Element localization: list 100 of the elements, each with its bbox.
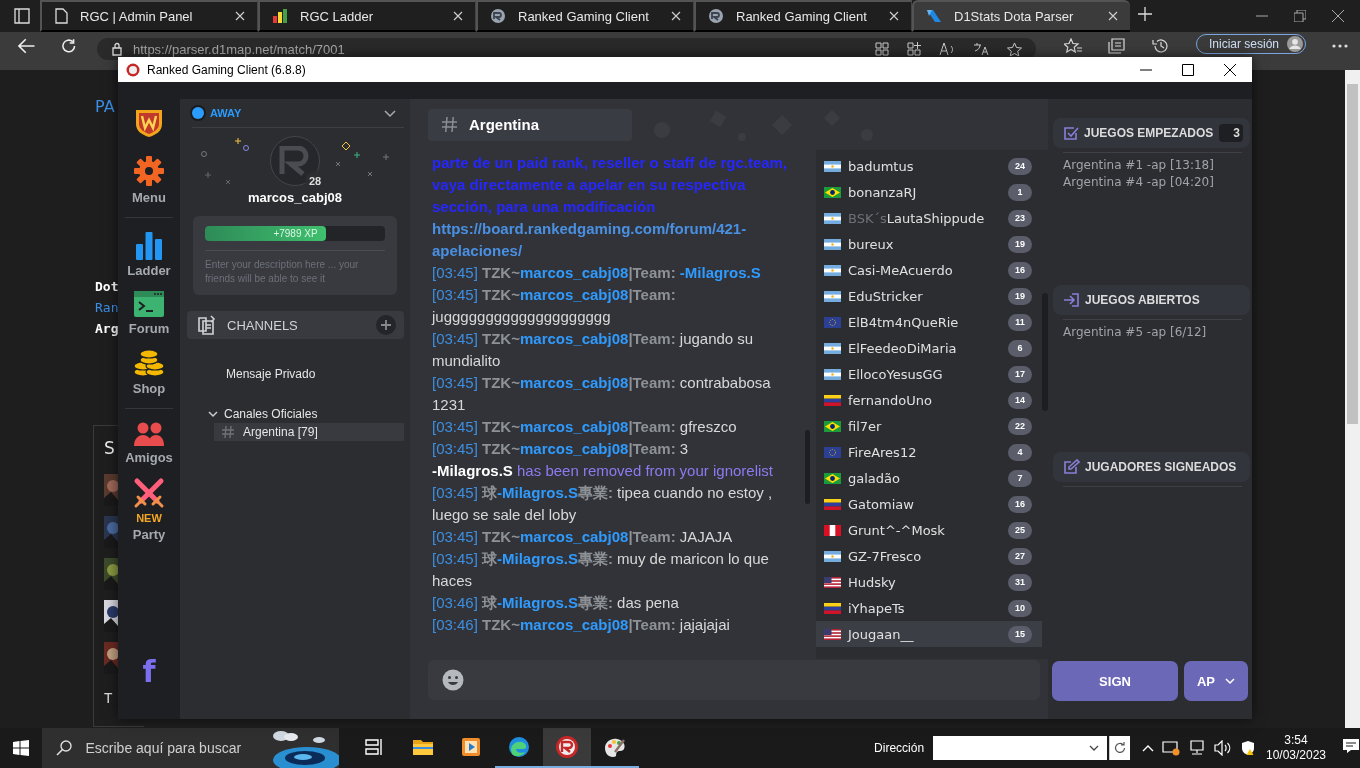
page-link[interactable]: Ran [95,297,119,318]
clock-time[interactable]: 3:54 [1265,733,1326,748]
back-icon[interactable] [18,38,36,54]
new-tab-icon[interactable] [1138,7,1152,21]
chevron-down-icon[interactable] [384,110,396,118]
nav-item[interactable]: Shop [132,348,166,396]
refresh-icon[interactable] [61,38,77,54]
restore-icon[interactable] [1294,10,1306,22]
browser-tab[interactable]: Ranked Gaming Client [694,0,912,32]
checkbox-icon [1063,125,1079,141]
user-row[interactable]: ElB4tm4nQueRie 11 [815,309,1042,335]
maximize-icon[interactable] [1182,63,1194,76]
facebook-link[interactable]: f [142,654,156,689]
browser-tab[interactable]: RGC Ladder [258,0,476,32]
history-icon[interactable] [1151,38,1170,54]
notification-icon[interactable] [1342,738,1360,754]
collections-icon[interactable] [1107,38,1126,54]
user-name: GZ-7Fresco [847,548,922,564]
flag-icon [823,524,841,536]
network-icon[interactable] [1187,740,1206,756]
channel-item[interactable]: Argentina [79] [214,423,404,441]
logo-icon [926,9,942,23]
favorites-icon[interactable] [1063,38,1082,54]
game-item[interactable]: Argentina #4 -ap [04:20] [1053,174,1250,191]
nav-item[interactable]: Menu [132,155,166,205]
user-row[interactable]: Casi-MeAcuerdo 16 [815,257,1042,283]
user-row[interactable]: galadão 7 [815,465,1042,491]
user-row[interactable]: fil7er 22 [815,413,1042,439]
monitor-alert-icon[interactable] [1161,740,1180,756]
user-row[interactable]: GZ-7Fresco 27 [815,543,1042,569]
apps-icon[interactable] [906,42,921,56]
page-heading: PA [95,97,115,116]
scrollbar[interactable] [1345,70,1360,728]
channel-title: Argentina [428,108,632,141]
user-row[interactable]: Gatomiaw 16 [815,491,1042,517]
user-name: fernandoUno [847,392,932,408]
read-aloud-icon[interactable] [938,42,955,56]
user-row[interactable]: badumtus 24 [815,153,1042,179]
emoji-icon[interactable] [442,669,464,692]
level-badge: 31 [1008,573,1032,591]
chat-message: [03:45] TZK~marcos_cabj08|Team: 3 [432,439,690,459]
taskbar-app[interactable] [543,728,592,768]
address-field[interactable]: https://parser.d1map.net/match/7001 [96,38,1036,60]
xp-bar: +7989 XP [205,226,326,241]
browser-tab[interactable]: Ranked Gaming Client [476,0,694,32]
user-row[interactable]: fernandoUno 14 [815,387,1042,413]
more-icon[interactable] [1332,44,1348,48]
chat-message: [03:45] TZK~marcos_cabj08|Team: gfreszco [432,417,738,437]
add-channel-button[interactable] [376,315,396,335]
flag-icon [823,420,841,432]
terminal-icon [133,290,165,318]
translate-icon[interactable] [972,42,989,56]
user-row[interactable]: bureux 19 [815,231,1042,257]
user-name: FireAres12 [847,444,917,460]
game-item[interactable]: Argentina #1 -ap [13:18] [1053,157,1250,174]
user-row[interactable]: EduStricker 19 [815,283,1042,309]
close-icon[interactable] [1224,63,1236,76]
search-field[interactable]: Escribe aquí para buscar [41,728,340,768]
forum-link[interactable]: https://board.rankedgaming.com/forum/421-apelaciones/ [432,218,795,262]
refresh-button[interactable] [1109,736,1130,760]
clock-date[interactable]: 10/03/2023 [1265,748,1326,763]
browser-tab[interactable]: D1Stats Dota Parser [912,0,1130,32]
nav-item[interactable]: NEW Party [132,477,166,542]
flag-icon [823,472,841,484]
nav-item[interactable]: Ladder [127,230,171,278]
nav-item[interactable]: Forum [128,290,170,336]
address-input[interactable] [933,736,1108,760]
user-row[interactable]: Jougaan__ 15 [815,621,1042,647]
flag-icon [823,550,841,562]
flag-icon [823,290,841,302]
user-row[interactable]: Grunt^-^Mosk 25 [815,517,1042,543]
game-item[interactable]: Argentina #5 -ap [6/12] [1053,324,1250,341]
browser-tab[interactable]: RGC | Admin Panel [40,0,258,32]
user-row[interactable]: Hudsky 31 [815,569,1042,595]
tree-item[interactable]: Mensaje Privado [226,365,410,383]
chevron-up-icon[interactable] [1141,744,1154,752]
tab-actions-icon[interactable] [14,8,30,24]
grid-icon[interactable] [874,42,889,56]
sign-button[interactable]: SIGN [1052,661,1178,701]
user-row[interactable]: bonanzaRJ 1 [815,179,1042,205]
folder-icon [412,738,435,756]
close-icon[interactable] [1332,10,1344,22]
message-input[interactable] [428,660,1040,701]
star-icon[interactable] [1006,42,1022,56]
nav-item[interactable]: Amigos [125,421,173,465]
chat-message: [03:45] TZK~marcos_cabj08|Team: JAJAJA [432,527,734,547]
user-row[interactable]: FireAres12 4 [815,439,1042,465]
volume-icon[interactable] [1213,740,1232,756]
user-row[interactable]: ElFeedeoDiMaria 6 [815,335,1042,361]
ap-dropdown-button[interactable]: AP [1184,661,1248,701]
r-logo-icon [279,146,311,176]
tree-group[interactable]: Canales Oficiales [208,405,318,423]
user-row[interactable]: BSK´sLautaShippude 23 [815,205,1042,231]
level-badge: 16 [1008,495,1032,513]
shield-warning-icon[interactable] [1239,740,1256,756]
status-label[interactable]: AWAY [210,107,242,119]
user-row[interactable]: EllocoYesusGG 17 [815,361,1042,387]
bars-icon [272,9,288,23]
user-row[interactable]: iYhapeTs 10 [815,595,1042,621]
start-icon[interactable] [12,740,29,756]
